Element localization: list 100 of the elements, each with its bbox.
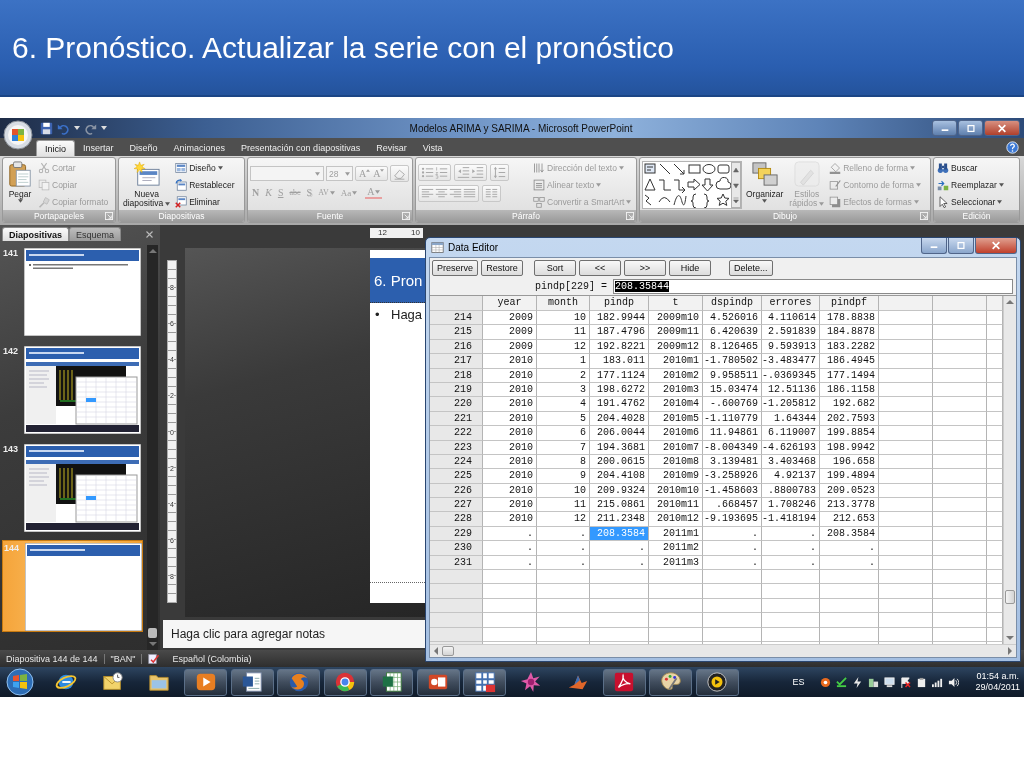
close-button[interactable]: [984, 120, 1020, 136]
help-icon[interactable]: [1006, 140, 1019, 154]
close-icon[interactable]: [145, 229, 154, 239]
notes-field[interactable]: Haga clic para agregar notas: [163, 620, 425, 648]
slide-thumbnail-item[interactable]: 141: [2, 246, 143, 338]
column-header[interactable]: month: [537, 296, 590, 311]
scroll-down-icon[interactable]: [148, 641, 157, 647]
slide-title[interactable]: 6. Pron: [374, 271, 423, 289]
taskbar-button[interactable]: [184, 668, 227, 696]
table-cell: [879, 584, 933, 599]
taskbar-button[interactable]: [602, 668, 646, 696]
save-icon[interactable]: [40, 121, 53, 135]
table-cell: [590, 598, 649, 614]
toolbar-button[interactable]: Delete...: [729, 260, 773, 276]
flag-icon[interactable]: [899, 676, 911, 688]
envelope-icon: [101, 671, 124, 693]
ribbon-button[interactable]: Eliminar: [174, 194, 236, 210]
row-number: 217: [430, 354, 483, 369]
row-number: 227: [430, 498, 483, 513]
taskbar-button[interactable]: [463, 668, 506, 696]
ribbon-tab[interactable]: Revisar: [368, 140, 415, 156]
taskbar-button[interactable]: [649, 668, 692, 696]
value-field[interactable]: 208.35844: [613, 279, 1013, 294]
close-button[interactable]: [975, 238, 1017, 254]
taskbar-button[interactable]: [695, 668, 739, 696]
toolbar-button[interactable]: >>: [624, 260, 666, 276]
monitor-icon[interactable]: [883, 676, 895, 688]
bolt-icon[interactable]: [851, 676, 863, 688]
column-header[interactable]: t: [649, 296, 703, 311]
row-number: 230: [430, 541, 483, 556]
scroll-down-icon[interactable]: [1006, 635, 1014, 641]
ribbon-button[interactable]: Buscar: [936, 160, 1005, 176]
table-cell: 6.420639: [703, 325, 762, 340]
ribbon-button[interactable]: Reemplazar: [936, 177, 1005, 193]
toolbar-button[interactable]: Preserve: [432, 260, 478, 276]
scroll-right-icon[interactable]: [1007, 647, 1013, 655]
ribbon-button[interactable]: Restablecer: [174, 177, 236, 193]
table-cell: [820, 613, 879, 628]
column-header[interactable]: pindpf: [820, 296, 879, 311]
gallery-scroll-icon[interactable]: [731, 162, 741, 208]
scroll-thumb[interactable]: [442, 646, 454, 656]
ribbon-tab[interactable]: Animaciones: [165, 140, 234, 156]
document-check-icon[interactable]: [148, 652, 161, 665]
scroll-up-icon[interactable]: [148, 248, 157, 254]
scroll-left-icon[interactable]: [433, 647, 439, 655]
slide[interactable]: 6. Pron • Haga: [370, 250, 425, 603]
ribbon-button[interactable]: Diseño: [174, 160, 236, 176]
circle-icon[interactable]: [819, 676, 831, 688]
toolbar-button[interactable]: <<: [579, 260, 621, 276]
toolbar-button[interactable]: Restore: [481, 260, 523, 276]
table-cell: 2009m12: [649, 339, 703, 355]
ribbon-tab[interactable]: Vista: [414, 140, 451, 156]
ribbon-button[interactable]: Seleccionar: [936, 194, 1005, 210]
panel-tab[interactable]: Esquema: [69, 227, 122, 241]
table-cell: 198.9942: [820, 440, 879, 455]
play-disc-icon: [706, 671, 728, 693]
devices-icon[interactable]: [867, 676, 879, 688]
start-orb-icon[interactable]: [5, 668, 35, 696]
scroll-up-icon[interactable]: [1006, 299, 1014, 305]
taskbar-button[interactable]: [230, 668, 274, 696]
ribbon-tab[interactable]: Insertar: [75, 140, 122, 156]
ribbon-tab[interactable]: Diseño: [121, 140, 166, 156]
minimize-button[interactable]: [932, 120, 957, 136]
slide-thumbnail-item[interactable]: 143: [2, 442, 143, 534]
clipboard-small-icon[interactable]: [915, 676, 927, 688]
column-header[interactable]: pindp: [590, 296, 649, 311]
orb-icon[interactable]: [3, 120, 33, 150]
shape-gallery[interactable]: [642, 161, 742, 209]
check-icon[interactable]: [835, 676, 847, 688]
vertical-scrollbar[interactable]: [147, 245, 158, 650]
scroll-thumb[interactable]: [148, 628, 157, 638]
signal-icon[interactable]: [931, 676, 943, 688]
minimize-button[interactable]: [921, 238, 947, 254]
scroll-thumb[interactable]: [1005, 590, 1015, 604]
toolbar-button[interactable]: Hide: [669, 260, 711, 276]
vertical-scrollbar[interactable]: [1003, 296, 1016, 644]
table-cell: [879, 354, 933, 369]
horizontal-scrollbar[interactable]: [430, 644, 1016, 657]
ribbon-tab[interactable]: Inicio: [36, 140, 75, 156]
restore-button[interactable]: [948, 238, 974, 254]
column-header[interactable]: errores: [762, 296, 820, 311]
taskbar-button[interactable]: [370, 668, 413, 696]
column-header[interactable]: year: [483, 296, 537, 311]
taskbar-button[interactable]: [416, 668, 460, 696]
caret-icon[interactable]: [101, 126, 107, 130]
ribbon-button[interactable]: Pegar: [5, 160, 35, 204]
ribbon-button[interactable]: Nueva diapositiva: [121, 160, 173, 209]
ribbon-tab[interactable]: Presentación con diapositivas: [233, 140, 369, 156]
column-header[interactable]: dspindp: [703, 296, 762, 311]
taskbar-button[interactable]: [323, 668, 367, 696]
toolbar-button[interactable]: Sort: [534, 260, 576, 276]
restore-button[interactable]: [958, 120, 983, 136]
ribbon-button[interactable]: Organizar: [744, 160, 786, 204]
language[interactable]: Español (Colombia): [172, 653, 258, 664]
speaker-icon[interactable]: [947, 676, 959, 688]
panel-tab[interactable]: Diapositivas: [2, 227, 70, 241]
caret-icon[interactable]: [74, 126, 80, 130]
body-text[interactable]: Haga: [391, 307, 423, 322]
input-language[interactable]: ES: [792, 677, 805, 687]
slide-thumbnail-item[interactable]: 142: [2, 344, 143, 436]
